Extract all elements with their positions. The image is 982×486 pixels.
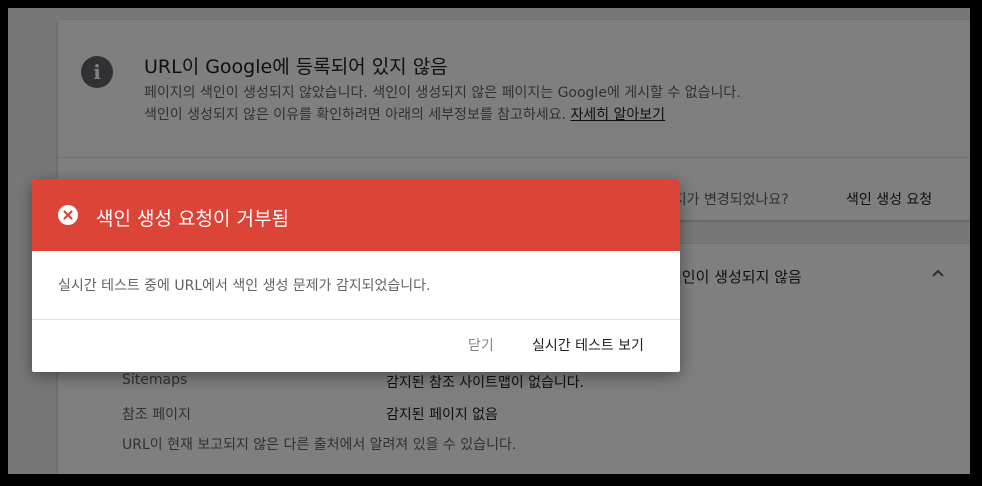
close-button[interactable]: 닫기	[468, 335, 494, 355]
dialog-divider	[32, 319, 680, 320]
screenshot-frame: i URL이 Google에 등록되어 있지 않음 페이지의 색인이 생성되지 …	[8, 8, 970, 474]
indexing-rejected-dialog: 색인 생성 요청이 거부됨 실시간 테스트 중에 URL에서 색인 생성 문제가…	[32, 179, 680, 372]
dialog-message: 실시간 테스트 중에 URL에서 색인 생성 문제가 감지되었습니다.	[58, 278, 431, 294]
dialog-title: 색인 생성 요청이 거부됨	[96, 208, 289, 230]
view-live-test-button[interactable]: 실시간 테스트 보기	[532, 335, 644, 355]
dialog-header: 색인 생성 요청이 거부됨	[32, 179, 680, 251]
error-circle-icon	[58, 205, 78, 225]
